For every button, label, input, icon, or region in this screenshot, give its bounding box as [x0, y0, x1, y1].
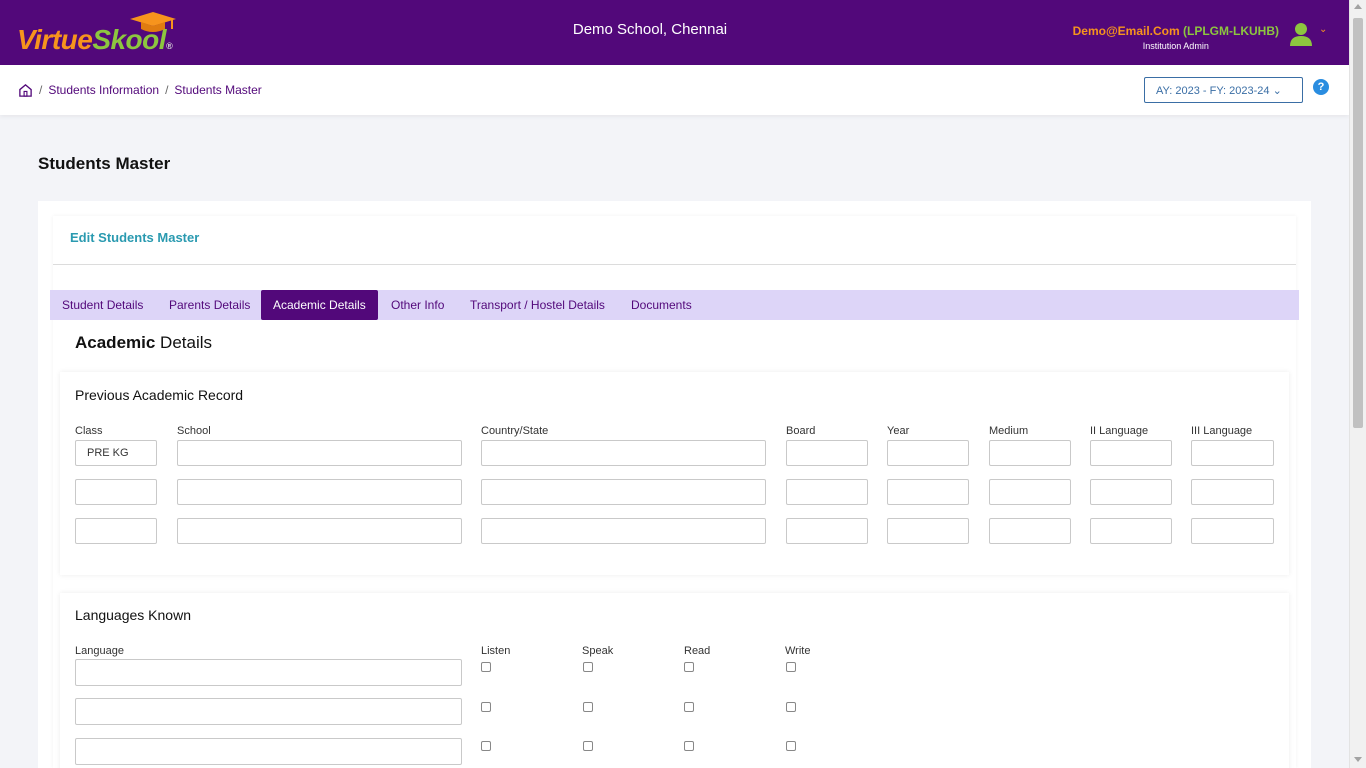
page-title: Students Master	[38, 154, 171, 173]
column-label-speak: Speak	[582, 645, 614, 657]
speak-checkbox[interactable]	[583, 741, 593, 751]
write-checkbox[interactable]	[786, 741, 796, 751]
tab-academic-details[interactable]: Academic Details	[261, 290, 378, 320]
chevron-down-icon: ⌄	[1272, 85, 1282, 97]
languages-known-title: Languages Known	[75, 607, 191, 623]
write-checkbox[interactable]	[786, 702, 796, 712]
tab-student-details[interactable]: Student Details	[50, 290, 155, 320]
user-info[interactable]: Demo@Email.Com (LPLGM-LKUHB) Institution…	[1073, 24, 1279, 51]
column-label-class: Class	[75, 425, 103, 437]
second-language-field[interactable]	[1090, 440, 1172, 466]
breadcrumb-students-master[interactable]: Students Master	[174, 83, 261, 97]
column-label-third-language: III Language	[1191, 425, 1253, 437]
scroll-down-arrow-icon[interactable]	[1354, 757, 1362, 762]
user-menu-chevron-icon[interactable]: ⌄	[1319, 24, 1327, 35]
medium-field[interactable]	[989, 518, 1071, 544]
school-field[interactable]	[177, 518, 462, 544]
class-field[interactable]	[75, 479, 157, 505]
class-field[interactable]	[75, 440, 157, 466]
home-icon[interactable]	[18, 83, 33, 98]
app-header: VirtueSkool® Demo School, Chennai Demo@E…	[0, 0, 1349, 65]
academic-year-select[interactable]: AY: 2023 - FY: 2023-24 ⌄	[1144, 77, 1303, 103]
speak-checkbox[interactable]	[583, 662, 593, 672]
read-checkbox[interactable]	[684, 702, 694, 712]
column-label-write: Write	[785, 645, 811, 657]
year-field[interactable]	[887, 518, 969, 544]
column-label-board: Board	[786, 425, 816, 437]
listen-checkbox[interactable]	[481, 741, 491, 751]
breadcrumb-bar: / Students Information / Students Master…	[0, 65, 1349, 115]
scroll-up-arrow-icon[interactable]	[1354, 4, 1362, 9]
class-field[interactable]	[75, 518, 157, 544]
tab-documents[interactable]: Documents	[619, 290, 704, 320]
third-language-field[interactable]	[1191, 479, 1274, 505]
write-checkbox[interactable]	[786, 662, 796, 672]
listen-checkbox[interactable]	[481, 702, 491, 712]
vertical-scrollbar[interactable]	[1349, 0, 1366, 768]
year-field[interactable]	[887, 440, 969, 466]
form-tabs: Student Details Parents Details Academic…	[50, 290, 1299, 320]
medium-field[interactable]	[989, 440, 1071, 466]
country-state-field[interactable]	[481, 479, 766, 505]
board-field[interactable]	[786, 479, 868, 505]
language-field[interactable]	[75, 698, 462, 725]
school-field[interactable]	[177, 440, 462, 466]
medium-field[interactable]	[989, 479, 1071, 505]
board-field[interactable]	[786, 518, 868, 544]
column-label-country-state: Country/State	[481, 425, 549, 437]
third-language-field[interactable]	[1191, 440, 1274, 466]
user-role: Institution Admin	[1142, 41, 1209, 51]
listen-checkbox[interactable]	[481, 662, 491, 672]
previous-academic-record-title: Previous Academic Record	[75, 387, 244, 403]
second-language-field[interactable]	[1090, 479, 1172, 505]
user-email: Demo@Email.Com (LPLGM-LKUHB)	[1072, 24, 1279, 38]
language-field[interactable]	[75, 738, 462, 765]
column-label-language: Language	[75, 645, 124, 657]
edit-form-title: Edit Students Master	[70, 230, 200, 245]
read-checkbox[interactable]	[684, 741, 694, 751]
previous-academic-record-panel	[60, 372, 1289, 575]
speak-checkbox[interactable]	[583, 702, 593, 712]
board-field[interactable]	[786, 440, 868, 466]
tab-other-info[interactable]: Other Info	[379, 290, 456, 320]
read-checkbox[interactable]	[684, 662, 694, 672]
column-label-read: Read	[684, 645, 711, 657]
year-field[interactable]	[887, 479, 969, 505]
scrollbar-thumb[interactable]	[1353, 18, 1363, 428]
user-avatar-icon[interactable]	[1288, 21, 1314, 47]
column-label-year: Year	[887, 425, 910, 437]
column-label-medium: Medium	[989, 425, 1029, 437]
breadcrumb: / Students Information / Students Master	[39, 83, 262, 97]
school-field[interactable]	[177, 479, 462, 505]
column-label-listen: Listen	[481, 645, 511, 657]
section-heading: Academic Details	[75, 333, 213, 352]
third-language-field[interactable]	[1191, 518, 1274, 544]
second-language-field[interactable]	[1090, 518, 1172, 544]
breadcrumb-separator: /	[165, 83, 169, 97]
country-state-field[interactable]	[481, 440, 766, 466]
breadcrumb-students-information[interactable]: Students Information	[48, 83, 159, 97]
column-label-second-language: II Language	[1090, 425, 1149, 437]
divider	[53, 264, 1296, 265]
country-state-field[interactable]	[481, 518, 766, 544]
tab-transport-hostel-details[interactable]: Transport / Hostel Details	[458, 290, 617, 320]
help-icon[interactable]: ?	[1313, 79, 1329, 95]
language-field[interactable]	[75, 659, 462, 686]
tab-parents-details[interactable]: Parents Details	[157, 290, 262, 320]
column-label-school: School	[177, 425, 211, 437]
breadcrumb-separator: /	[39, 83, 43, 97]
